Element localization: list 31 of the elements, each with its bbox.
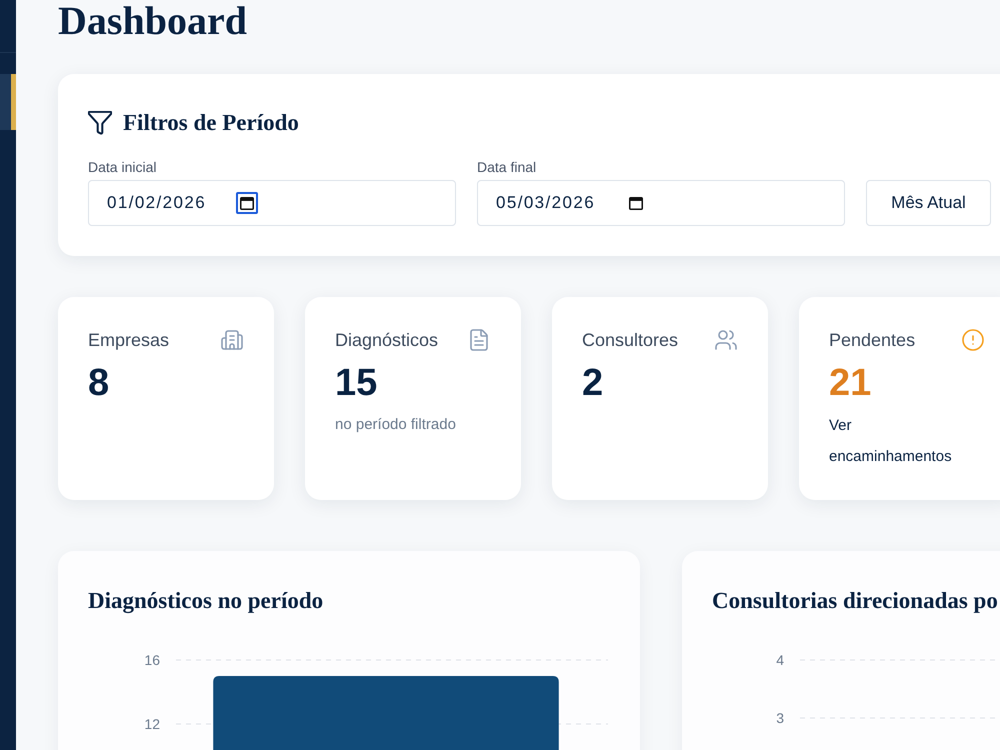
- axis-tick-label: 12: [144, 716, 160, 732]
- date-field[interactable]: 01/02/2026: [88, 180, 456, 226]
- field-label: Data inicial: [88, 158, 156, 177]
- axis-tick-label: 16: [144, 652, 160, 668]
- axis-tick-label: 4: [776, 652, 784, 668]
- sidebar-item[interactable]: [0, 74, 16, 130]
- stat-note: no período filtrado: [335, 415, 456, 435]
- page-title: Dashboard: [58, 0, 247, 43]
- card-title: Filtros de Período: [123, 109, 299, 137]
- building-icon: [220, 328, 244, 352]
- stat-value: 21: [829, 362, 872, 404]
- field-label: Data final: [477, 158, 536, 177]
- link[interactable]: Ver encaminhamentos: [829, 410, 969, 472]
- calendar-icon[interactable]: [236, 192, 258, 214]
- current-month-button[interactable]: Mês Atual: [866, 180, 991, 226]
- stat-value: 15: [335, 362, 378, 404]
- people-icon: [714, 328, 738, 352]
- stat-label: Diagnósticos: [335, 329, 438, 352]
- calendar-icon[interactable]: [628, 195, 644, 211]
- stat-label: Consultores: [582, 329, 678, 352]
- stat-value: 8: [88, 362, 110, 404]
- alert-icon: [961, 328, 985, 352]
- filter-icon: [88, 111, 112, 135]
- chart-title: Consultorias direcionadas po: [712, 587, 999, 615]
- date-field[interactable]: 05/03/2026: [477, 180, 845, 226]
- chart-title: Diagnósticos no período: [88, 587, 324, 615]
- stat-label: Empresas: [88, 329, 170, 352]
- stat-label: Pendentes: [829, 329, 916, 352]
- stat-value: 2: [582, 362, 604, 404]
- axis-tick-label: 3: [776, 710, 784, 726]
- document-icon: [467, 328, 491, 352]
